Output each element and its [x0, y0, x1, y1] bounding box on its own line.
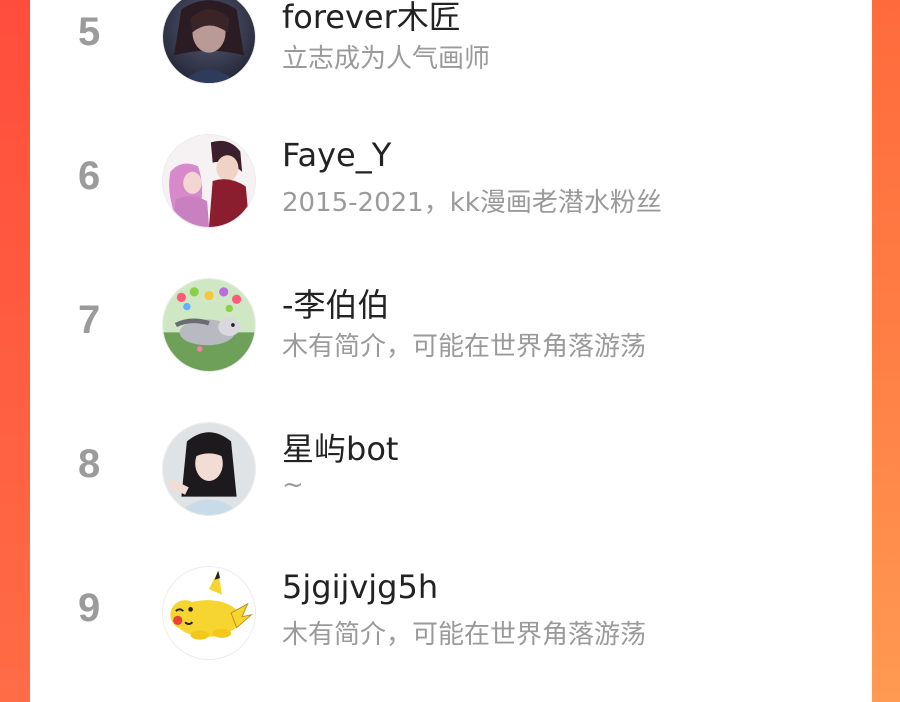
rank-number: 5 — [78, 10, 101, 54]
ranking-row-7[interactable]: 7 -李伯伯 木有简介，可能在世界角落游荡 — [30, 274, 872, 374]
user-bio: 木有简介，可能在世界角落游荡 — [282, 620, 647, 650]
ranking-row-8[interactable]: 8 星屿bot ~ — [30, 418, 872, 518]
pikachu-avatar-icon[interactable] — [162, 566, 256, 660]
user-bio: ~ — [282, 470, 304, 500]
user-bio: 立志成为人气画师 — [282, 44, 491, 74]
user-name[interactable]: 5jgijvjg5h — [282, 568, 438, 606]
ranking-card: 5 forever木匠 立志成为人气画师 6 Faye_Y 2015-2021，… — [30, 0, 872, 702]
user-name[interactable]: -李伯伯 — [282, 280, 390, 326]
user-bio: 2015-2021，kk漫画老潜水粉丝 — [282, 188, 662, 218]
user-name[interactable]: Faye_Y — [282, 136, 391, 174]
anime-couple-avatar-icon[interactable] — [162, 134, 256, 228]
ranking-row-5[interactable]: 5 forever木匠 立志成为人气画师 — [30, 0, 872, 86]
ranking-row-9[interactable]: 9 5jgijvjg5h 木有简介，可能在世界角落游荡 — [30, 562, 872, 662]
user-name[interactable]: forever木匠 — [282, 0, 461, 38]
bunny-hearts-avatar-icon[interactable] — [162, 278, 256, 372]
background-right-strip — [872, 0, 900, 702]
user-bio: 木有简介，可能在世界角落游荡 — [282, 332, 647, 362]
girl-photo-avatar-icon[interactable] — [162, 422, 256, 516]
rank-number: 6 — [78, 154, 101, 198]
user-name[interactable]: 星屿bot — [282, 424, 398, 470]
rank-number: 9 — [78, 586, 101, 630]
background-left-strip — [0, 0, 30, 702]
dark-portrait-avatar-icon[interactable] — [162, 0, 256, 84]
rank-number: 7 — [78, 298, 101, 342]
rank-number: 8 — [78, 442, 101, 486]
ranking-row-6[interactable]: 6 Faye_Y 2015-2021，kk漫画老潜水粉丝 — [30, 130, 872, 230]
